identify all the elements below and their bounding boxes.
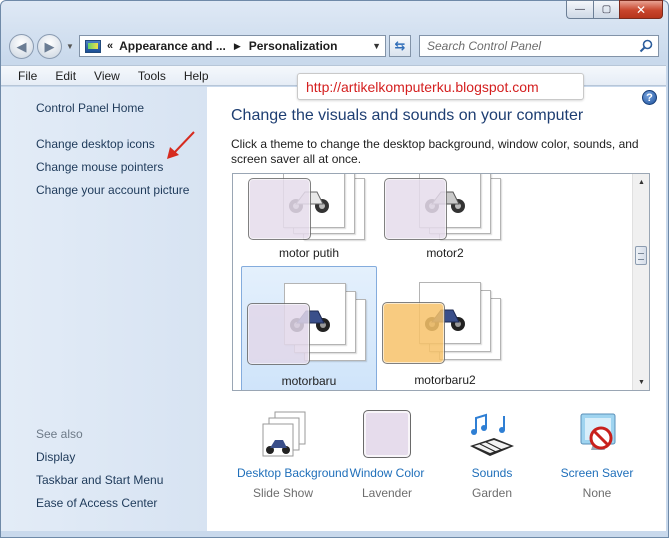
minimize-button[interactable]: — [566, 0, 593, 19]
sidebar-link-taskbar-start-menu[interactable]: Taskbar and Start Menu [36, 473, 163, 487]
watermark-url: http://artikelkomputerku.blogspot.com [297, 73, 584, 100]
theme-name: motor2 [426, 246, 464, 260]
sidebar-link-change-desktop-icons[interactable]: Change desktop icons [36, 137, 155, 151]
search-input[interactable] [427, 39, 627, 53]
theme-item[interactable]: motor2 [377, 174, 513, 270]
sidebar-link-change-mouse-pointers[interactable]: Change mouse pointers [36, 160, 163, 174]
sidebar-link-change-account-picture[interactable]: Change your account picture [36, 183, 189, 197]
refresh-button[interactable]: ⇆ [389, 35, 411, 57]
sidebar-link-display[interactable]: Display [36, 450, 75, 464]
theme-list[interactable]: motor putih motor2 motorbaru motorbaru2 … [232, 173, 650, 391]
recent-pages-dropdown-icon[interactable]: ▼ [66, 42, 74, 51]
screen-saver-icon [580, 413, 616, 450]
window-caption-buttons: — ▢ ✕ [566, 0, 663, 19]
page-title: Change the visuals and sounds on your co… [231, 107, 584, 124]
menu-file[interactable]: File [1, 69, 46, 83]
theme-color-swatch [248, 178, 311, 240]
breadcrumb-personalization[interactable]: Personalization [249, 39, 338, 53]
screen-saver-value: None [582, 486, 612, 500]
window-color-link[interactable]: Window Color [342, 466, 432, 481]
sidebar-link-control-panel-home[interactable]: Control Panel Home [36, 101, 144, 115]
back-button[interactable]: ◀ [9, 34, 34, 59]
sounds-link[interactable]: Sounds [452, 466, 532, 481]
theme-color-swatch [247, 303, 310, 365]
theme-name: motorbaru2 [414, 373, 476, 387]
desktop-background-link[interactable]: Desktop Background [237, 466, 348, 481]
theme-item[interactable]: motor putih [241, 174, 377, 270]
back-arrow-icon: ◀ [16, 38, 27, 54]
forward-button[interactable]: ▶ [37, 34, 62, 59]
sounds-icon [470, 413, 514, 456]
theme-color-swatch [382, 302, 445, 364]
address-overflow-chevron[interactable]: « [107, 40, 113, 52]
maximize-button[interactable]: ▢ [593, 0, 619, 19]
close-button[interactable]: ✕ [619, 0, 663, 19]
theme-name: motorbaru [281, 374, 337, 388]
desktop-background-value: Slide Show [252, 486, 314, 500]
refresh-icon: ⇆ [394, 38, 406, 53]
window-color-setting[interactable]: Window Color Lavender [342, 410, 432, 500]
theme-name: motor putih [278, 246, 340, 260]
sidebar-link-ease-of-access[interactable]: Ease of Access Center [36, 496, 157, 510]
theme-color-swatch [384, 178, 447, 240]
forward-arrow-icon: ▶ [44, 38, 55, 54]
address-dropdown-icon[interactable]: ▼ [372, 41, 381, 51]
theme-list-scrollbar[interactable]: ▲ ▼ [632, 174, 649, 390]
breadcrumb-separator-icon[interactable]: ▶ [234, 41, 241, 52]
theme-item-selected[interactable]: motorbaru [241, 266, 377, 390]
scroll-thumb[interactable] [635, 246, 647, 265]
search-icon[interactable] [639, 39, 653, 53]
desktop-background-icon [262, 411, 306, 457]
window-color-icon [363, 410, 411, 458]
scroll-down-icon[interactable]: ▼ [633, 374, 649, 390]
desktop-background-setting[interactable]: Desktop Background Slide Show [237, 410, 348, 500]
sounds-value: Garden [471, 486, 513, 500]
sounds-setting[interactable]: Sounds Garden [452, 410, 532, 500]
theme-item[interactable]: motorbaru2 [377, 266, 513, 390]
page-description: Click a theme to change the desktop back… [231, 137, 639, 166]
scroll-up-icon[interactable]: ▲ [633, 174, 649, 190]
search-box[interactable] [419, 35, 659, 57]
menu-tools[interactable]: Tools [129, 69, 175, 83]
window-color-value: Lavender [361, 486, 413, 500]
address-bar[interactable]: « Appearance and ... ▶ Personalization ▼ [79, 35, 386, 57]
menu-view[interactable]: View [85, 69, 129, 83]
help-icon[interactable]: ? [642, 90, 657, 105]
screen-saver-link[interactable]: Screen Saver [556, 466, 638, 481]
breadcrumb-appearance[interactable]: Appearance and ... [119, 39, 226, 53]
screen-saver-setting[interactable]: Screen Saver None [556, 410, 638, 500]
control-panel-icon [85, 39, 101, 53]
menu-edit[interactable]: Edit [46, 69, 85, 83]
menu-help[interactable]: Help [175, 69, 218, 83]
see-also-label: See also [36, 427, 83, 441]
red-arrow-annotation-icon [167, 131, 195, 159]
